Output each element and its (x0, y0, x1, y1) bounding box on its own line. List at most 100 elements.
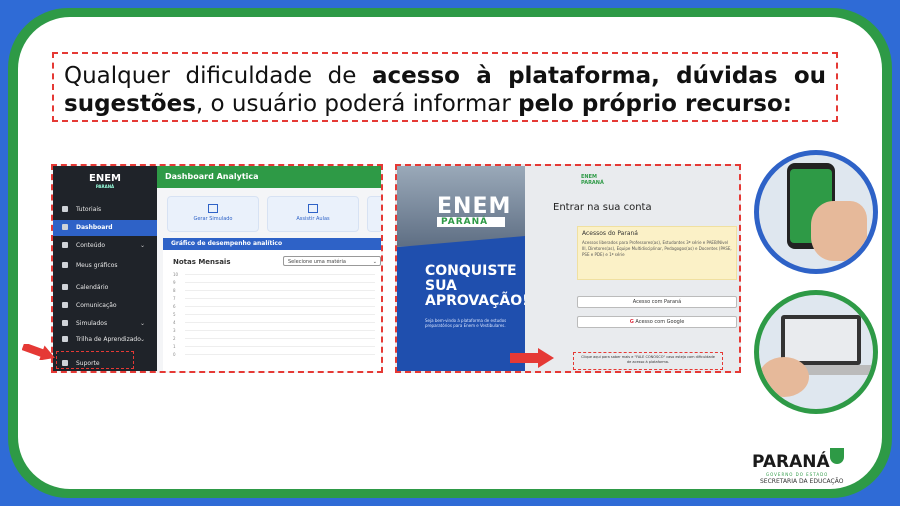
grid-line (185, 314, 375, 315)
crest-icon (830, 448, 844, 464)
calendar-icon (62, 284, 68, 290)
exam-icon (62, 320, 68, 326)
help-link[interactable]: Clique aqui para saber mais e "FALE CONO… (573, 352, 723, 370)
promo-logo-text: ENEM (437, 194, 512, 219)
sidebar-item-meus-gráficos[interactable]: Meus gráficos (53, 258, 157, 274)
sidebar-item-label: Tutoriais (76, 206, 102, 213)
y-tick-label: 1 (173, 344, 176, 349)
login-form: ENEM PARANÁ Entrar na sua conta Acessos … (553, 172, 737, 370)
tile-partial[interactable] (367, 196, 381, 232)
y-tick-label: 6 (173, 304, 176, 309)
y-tick-label: 2 (173, 336, 176, 341)
chevron-down-icon: ⌄ (372, 259, 377, 265)
grid-line (185, 338, 375, 339)
sidebar-item-label: Comunicação (76, 302, 117, 309)
phone-photo (754, 150, 878, 274)
y-tick-label: 9 (173, 280, 176, 285)
sidebar-item-label: Trilha de Aprendizado (76, 336, 141, 343)
login-screenshot: ENEM PARANÁ CONQUISTE SUA APROVAÇÃO! Sej… (395, 164, 741, 373)
tile-gerar-simulado[interactable]: Gerar Simulado (167, 196, 259, 232)
y-tick-label: 3 (173, 328, 176, 333)
enem-logo: ENEM PARANÁ (83, 174, 127, 190)
sidebar-item-calendário[interactable]: Calendário (53, 280, 157, 296)
chart-title: Notas Mensais (173, 258, 231, 266)
promo-headline: CONQUISTE SUA APROVAÇÃO! (425, 263, 525, 309)
dashboard-header: Dashboard Analytica (157, 166, 381, 188)
tile-label: Assistir Aulas (296, 216, 330, 222)
dashboard-screenshot: ENEM PARANÁ Tutoriais Dashboard Conteúdo ⌄ M… (51, 164, 383, 373)
parana-logo: PARANÁ GOVERNO DO ESTADO SECRETARIA DA E… (752, 444, 848, 490)
access-notice: Acessos do Paraná Acessos liberados para… (577, 226, 737, 280)
sidebar-item-label: Meus gráficos (76, 262, 118, 269)
grid-line (185, 346, 375, 347)
y-tick-label: 5 (173, 312, 176, 317)
sidebar-item-label: Calendário (76, 284, 109, 291)
subject-select[interactable]: Selecione uma matéria ⌄ (283, 256, 381, 266)
dashboard-icon (62, 224, 68, 230)
chart-panel: Notas Mensais Selecione uma matéria ⌄ 10… (163, 250, 381, 371)
grid-line (185, 274, 375, 275)
grid-line (185, 282, 375, 283)
y-tick-label: 0 (173, 352, 176, 357)
chevron-down-icon: ⌄ (139, 320, 145, 327)
grid-line (185, 322, 375, 323)
tile-label: Gerar Simulado (193, 216, 233, 222)
sidebar-item-label: Conteúdo (76, 242, 105, 249)
parana-button-label: Acesso com Paraná (632, 299, 682, 305)
support-highlight (56, 351, 134, 369)
sidebar-item-conteúdo[interactable]: Conteúdo ⌄ (53, 238, 157, 254)
chevron-down-icon: ⌄ (139, 242, 145, 249)
grid-line (185, 330, 375, 331)
headline-part-1: Qualquer dificuldade de (64, 63, 373, 89)
google-button-label: Acesso com Google (635, 319, 685, 325)
sidebar-item-comunicação[interactable]: Comunicação (53, 298, 157, 314)
chevron-down-icon: ⌄ (139, 336, 145, 343)
arrow-to-support (22, 344, 55, 360)
promo-enem-logo: ENEM PARANÁ (437, 194, 511, 227)
promo-panel: ENEM PARANÁ CONQUISTE SUA APROVAÇÃO! Sej… (397, 166, 525, 371)
grid-line (185, 290, 375, 291)
headline-bold-2: pelo próprio recurso: (518, 91, 792, 117)
enem-logo-text: ENEM (89, 173, 121, 184)
tile-assistir-aulas[interactable]: Assistir Aulas (267, 196, 359, 232)
google-login-button[interactable]: G Acesso com Google (577, 316, 737, 328)
charts-icon (62, 262, 68, 268)
promo-subtext: Seja bem-vindo à plataforma de estudos p… (425, 318, 507, 328)
sidebar-item-dashboard[interactable]: Dashboard (53, 220, 157, 236)
sidebar-item-label: Simulados (76, 320, 108, 327)
hand-icon (759, 357, 809, 397)
grid-line (185, 354, 375, 355)
parana-sub1: GOVERNO DO ESTADO (766, 472, 829, 477)
chat-icon (62, 302, 68, 308)
sidebar: ENEM PARANÁ Tutoriais Dashboard Conteúdo ⌄ M… (53, 166, 157, 371)
parana-sub2: SECRETARIA DA EDUCAÇÃO (760, 478, 844, 485)
select-value: Selecione uma matéria (288, 259, 346, 265)
path-icon (62, 336, 68, 342)
video-icon (308, 204, 318, 213)
document-icon (208, 204, 218, 213)
google-icon: G (629, 319, 634, 325)
parana-word: PARANÁ (752, 452, 830, 472)
login-enem-logo: ENEM PARANÁ (581, 174, 604, 186)
login-logo-sub: PARANÁ (581, 180, 604, 186)
content-icon (62, 242, 68, 248)
sidebar-item-label: Dashboard (76, 224, 113, 231)
grid-line (185, 298, 375, 299)
y-tick-label: 4 (173, 320, 176, 325)
laptop-photo (754, 290, 878, 414)
sidebar-item-simulados[interactable]: Simulados ⌄ (53, 316, 157, 332)
slide: Qualquer dificuldade de acesso à platafo… (0, 0, 900, 506)
headline-part-2: , o usuário poderá informar (195, 91, 519, 117)
sidebar-item-tutoriais[interactable]: Tutoriais (53, 202, 157, 218)
headline: Qualquer dificuldade de acesso à platafo… (52, 52, 838, 122)
grid-line (185, 306, 375, 307)
tutorial-icon (62, 206, 68, 212)
y-tick-label: 10 (173, 272, 179, 277)
enem-logo-sub: PARANÁ (95, 184, 115, 189)
parana-login-button[interactable]: Acesso com Paraná (577, 296, 737, 308)
arrow-to-help (510, 348, 554, 368)
y-tick-label: 8 (173, 288, 176, 293)
y-tick-label: 7 (173, 296, 176, 301)
chart-header: Gráfico de desempenho analítico (163, 238, 381, 250)
notice-text: Acessos liberados para Professores(as), … (582, 240, 732, 257)
